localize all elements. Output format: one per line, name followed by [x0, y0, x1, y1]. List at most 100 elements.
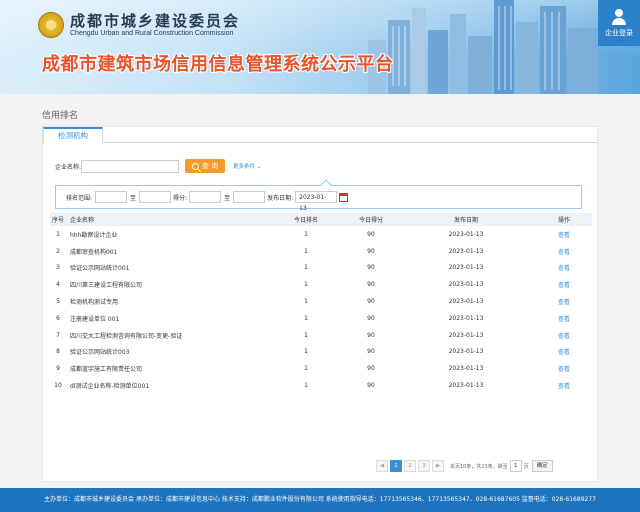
view-link[interactable]: 查看 [536, 293, 592, 311]
row-today-score: 90 [346, 242, 396, 261]
row-today-rank: 1 [266, 360, 346, 378]
view-link[interactable]: 查看 [536, 259, 592, 277]
score-max-input[interactable] [233, 191, 266, 203]
row-publish-date: 2023-01-13 [396, 276, 536, 294]
query-button[interactable]: 查 询 [185, 159, 226, 173]
row-today-rank: 1 [266, 343, 346, 361]
row-index: 8 [50, 343, 66, 361]
rank-max-input[interactable] [139, 191, 172, 203]
credit-ranking-table: 序号 企业名称 今日排名 今日得分 发布日期 操作 1 hhh勘察设计企业 1 90 2… [50, 213, 592, 395]
goto-confirm-button[interactable]: 确定 [531, 460, 553, 472]
row-today-score: 90 [346, 309, 396, 328]
view-link[interactable]: 查看 [536, 377, 592, 395]
row-company-name: 四川交大工程检测咨询有限公司-变更-验证 [66, 326, 266, 345]
view-link[interactable]: 查看 [536, 242, 592, 261]
filter-row: 排名范围: 至 得分: 至 发布日期: 2023-01-13 [66, 191, 349, 212]
goto-page-input[interactable]: 1 [509, 460, 522, 472]
row-today-score: 90 [346, 276, 396, 294]
score-label: 得分: [173, 194, 188, 202]
col-header-company: 企业名称 [66, 213, 266, 226]
table-row: 2 成都审查机构001 1 90 2023-01-13 查看 [50, 242, 592, 261]
calendar-icon[interactable] [339, 192, 349, 202]
page-title: 信用排名 [42, 111, 79, 121]
row-publish-date: 2023-01-13 [396, 309, 536, 328]
col-header-date: 发布日期 [396, 213, 536, 226]
row-today-score: 90 [346, 377, 396, 395]
view-link[interactable]: 查看 [536, 326, 592, 345]
org-logo-block: 成都市城乡建设委员会 Chengdu Urban and Rural Const… [38, 12, 240, 38]
company-login-button[interactable]: 企业登录 [598, 0, 640, 46]
table-row: 9 成都蓝宇施工有限责任公司 1 90 2023-01-13 查看 [50, 360, 592, 378]
table-row: 4 四川第三建设工程有限公司 1 90 2023-01-13 查看 [50, 276, 592, 294]
row-today-score: 90 [346, 343, 396, 361]
row-publish-date: 2023-01-13 [396, 259, 536, 277]
rank-min-input[interactable] [95, 191, 128, 203]
row-today-score: 90 [346, 259, 396, 277]
view-link[interactable]: 查看 [536, 226, 592, 244]
row-publish-date: 2023-01-13 [396, 326, 536, 345]
row-publish-date: 2023-01-13 [396, 360, 536, 378]
row-today-rank: 1 [266, 259, 346, 277]
row-publish-date: 2023-01-13 [396, 293, 536, 311]
user-icon [611, 8, 627, 25]
view-link[interactable]: 查看 [536, 360, 592, 378]
company-name-label: 企业名称: [55, 163, 82, 171]
row-publish-date: 2023-01-13 [396, 343, 536, 361]
row-company-name: 验证公示网站统计001 [66, 259, 266, 277]
org-name-cn: 成都市城乡建设委员会 [70, 11, 241, 30]
table-row: 5 检测机构测试专用 1 90 2023-01-13 查看 [50, 293, 592, 311]
prev-page-button[interactable]: ◀ [376, 460, 388, 472]
advanced-filter-box: 排名范围: 至 得分: 至 发布日期: 2023-01-13 [55, 179, 582, 212]
table-row: 3 验证公示网站统计001 1 90 2023-01-13 查看 [50, 259, 592, 277]
row-publish-date: 2023-01-13 [396, 226, 536, 244]
publish-date-input[interactable]: 2023-01-13 [295, 191, 338, 212]
next-page-button[interactable]: ▶ [432, 460, 444, 472]
page-button-1[interactable]: 1 [390, 460, 402, 472]
search-icon [191, 162, 199, 170]
row-company-name: 成都蓝宇施工有限责任公司 [66, 360, 266, 378]
row-company-name: 检测机构测试专用 [66, 293, 266, 311]
row-today-score: 90 [346, 360, 396, 378]
system-title: 成都市建筑市场信用信息管理系统公示平台 [42, 54, 394, 75]
row-index: 5 [50, 293, 66, 311]
page-button-2[interactable]: 2 [404, 460, 416, 472]
tab-testing-agency[interactable]: 检测机构 [43, 127, 103, 144]
row-today-rank: 1 [266, 309, 346, 328]
city-skyline-illustration [368, 0, 598, 94]
row-index: 6 [50, 309, 66, 328]
row-company-name: 注册建设单位 001 [66, 309, 266, 328]
row-publish-date: 2023-01-13 [396, 242, 536, 261]
row-today-rank: 1 [266, 377, 346, 395]
table-row: 1 hhh勘察设计企业 1 90 2023-01-13 查看 [50, 226, 592, 244]
company-login-label: 企业登录 [605, 28, 633, 37]
col-header-index: 序号 [50, 213, 66, 226]
table-header-row: 序号 企业名称 今日排名 今日得分 发布日期 操作 [50, 213, 592, 226]
row-today-rank: 1 [266, 276, 346, 294]
row-publish-date: 2023-01-13 [396, 377, 536, 395]
table-row: 10 dl测试企业名称-检测单位001 1 90 2023-01-13 查看 [50, 377, 592, 395]
row-company-name: 成都审查机构001 [66, 242, 266, 261]
row-index: 7 [50, 326, 66, 345]
view-link[interactable]: 查看 [536, 343, 592, 361]
row-today-rank: 1 [266, 242, 346, 261]
rank-range-label: 排名范围: [66, 194, 93, 202]
score-min-input[interactable] [189, 191, 222, 203]
chevron-down-icon: ⌄ [256, 164, 262, 170]
row-index: 1 [50, 226, 66, 244]
row-index: 2 [50, 242, 66, 261]
more-conditions-link[interactable]: 更多条件 ⌄ [233, 162, 261, 170]
score-to-label: 至 [224, 194, 231, 202]
tab-bar: 检测机构 [43, 127, 597, 144]
row-today-score: 90 [346, 226, 396, 244]
view-link[interactable]: 查看 [536, 276, 592, 294]
row-today-score: 90 [346, 293, 396, 311]
row-index: 9 [50, 360, 66, 378]
rank-to-label: 至 [130, 194, 137, 202]
company-name-input[interactable] [81, 159, 180, 173]
row-company-name: 四川第三建设工程有限公司 [66, 276, 266, 294]
filter-box-caret [320, 179, 332, 191]
page-unit-label: 页 [523, 463, 529, 470]
page-button-3[interactable]: 3 [418, 460, 430, 472]
view-link[interactable]: 查看 [536, 309, 592, 328]
col-header-score: 今日得分 [346, 213, 396, 226]
